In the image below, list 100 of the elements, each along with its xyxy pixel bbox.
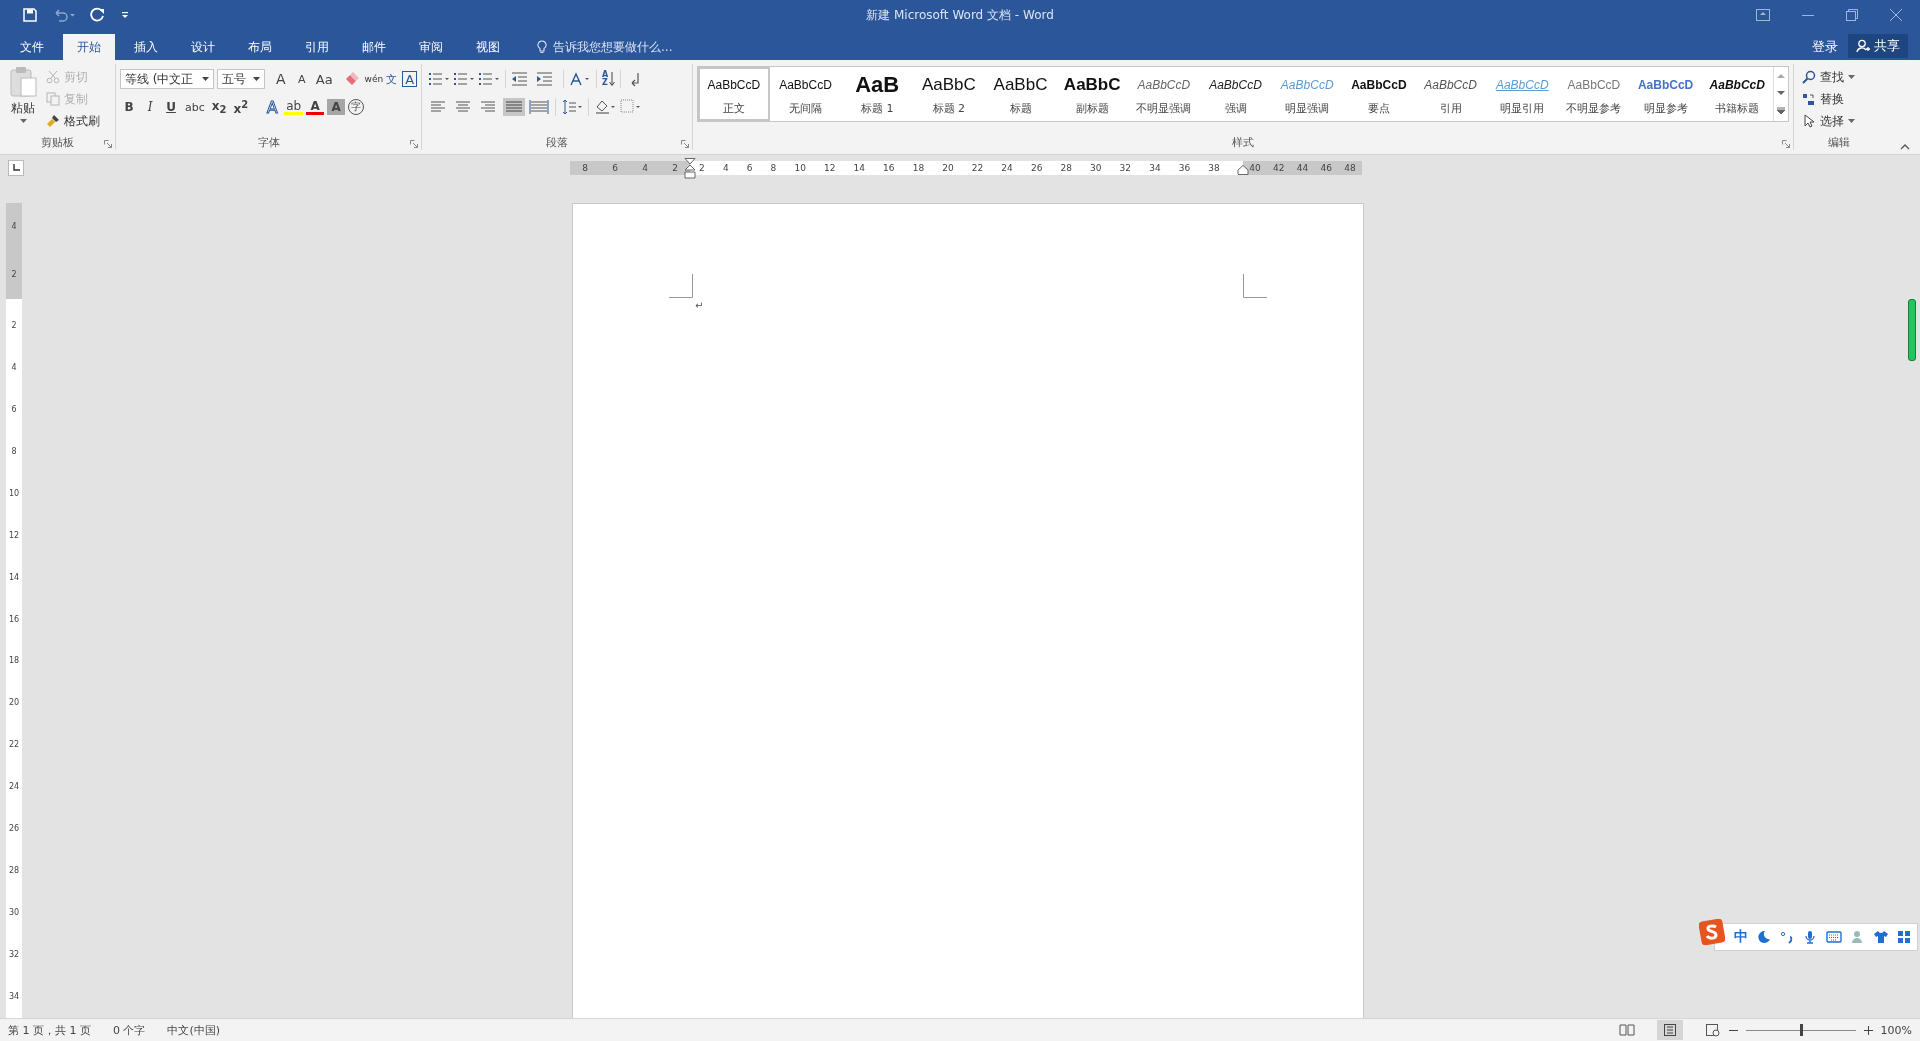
ribbon-tab[interactable]: 文件 xyxy=(6,34,58,60)
style-item[interactable]: AaB 标题 1 xyxy=(841,67,913,121)
scroll-down-icon[interactable] xyxy=(1777,90,1786,96)
multilevel-icon[interactable] xyxy=(478,71,500,87)
window-title: 新建 Microsoft Word 文档 - Word xyxy=(866,6,1054,24)
font-tool-button[interactable]: abc xyxy=(183,96,207,118)
font-tool-button[interactable]: A xyxy=(306,99,325,115)
style-item[interactable]: AaBbCcD 要点 xyxy=(1343,67,1415,121)
style-item[interactable]: AaBbCcD 引用 xyxy=(1414,67,1487,121)
eraser-icon[interactable] xyxy=(343,71,360,87)
collapse-ribbon-icon[interactable] xyxy=(1900,144,1910,150)
shirt-icon[interactable] xyxy=(1874,930,1888,944)
ruler-number: 14 xyxy=(853,163,865,173)
undo-icon[interactable] xyxy=(52,7,76,23)
style-item[interactable]: AaBbC 标题 2 xyxy=(913,67,985,121)
ribbon-tab[interactable]: 邮件 xyxy=(348,34,400,60)
dialog-launcher-icon[interactable] xyxy=(104,140,112,148)
close-icon[interactable] xyxy=(1890,9,1902,21)
bullets-icon[interactable] xyxy=(428,71,450,87)
style-item[interactable]: AaBbC 标题 xyxy=(984,67,1057,121)
font-tool-button[interactable]: A xyxy=(271,68,290,90)
ruler-number: 36 xyxy=(1178,163,1191,173)
more-icon[interactable] xyxy=(1777,107,1786,116)
redo-icon[interactable] xyxy=(90,7,106,23)
ribbon-tab[interactable]: 开始 xyxy=(63,34,115,60)
ribbon-tab[interactable]: 插入 xyxy=(120,34,172,60)
share-button[interactable]: 共享 xyxy=(1848,34,1908,58)
numbering-icon[interactable] xyxy=(453,71,475,87)
moon-icon[interactable] xyxy=(1757,930,1771,944)
right-indent-icon[interactable] xyxy=(1237,165,1249,175)
ribbon-tab[interactable]: 视图 xyxy=(462,34,514,60)
grid-icon[interactable] xyxy=(1897,930,1911,944)
customize-icon[interactable] xyxy=(120,10,130,20)
ime-mode-toggle[interactable]: 中 xyxy=(1734,928,1748,946)
clipboard-action[interactable]: 格式刷 xyxy=(46,112,100,130)
ruler-number: 10 xyxy=(8,489,20,498)
replace-button[interactable]: 替换 xyxy=(1802,90,1876,108)
ribbon-tab[interactable]: 设计 xyxy=(177,34,229,60)
keyboard-icon[interactable] xyxy=(1826,930,1842,944)
sort-button[interactable]: AZ xyxy=(602,71,615,87)
ribbon-tab[interactable]: 审阅 xyxy=(405,34,457,60)
style-item[interactable]: AaBbCcD 明显参考 xyxy=(1629,67,1702,121)
style-item[interactable]: AaBbCcD 不明显参考 xyxy=(1558,67,1630,121)
font-size-select[interactable]: 五号 xyxy=(216,69,265,89)
font-tool-button[interactable]: x$_{2}$ xyxy=(209,96,229,118)
indent-marker-icon[interactable] xyxy=(684,158,696,182)
direction-icon[interactable] xyxy=(569,71,591,87)
font-tool-button[interactable]: A xyxy=(292,68,311,90)
print-layout-button[interactable] xyxy=(1656,1020,1683,1040)
font-tool-button[interactable]: A xyxy=(327,99,346,115)
style-item[interactable]: AaBbCcD 正文 xyxy=(698,67,770,121)
tab-selector[interactable] xyxy=(8,160,24,176)
ribbon-tab[interactable]: 布局 xyxy=(234,34,286,60)
paste-button[interactable]: 粘贴 xyxy=(4,66,42,132)
font-tool-button[interactable]: wén xyxy=(362,68,386,90)
font-tool-button[interactable]: ab xyxy=(284,99,304,115)
ribbon-tab[interactable]: 引用 xyxy=(291,34,343,60)
sign-in-link[interactable]: 登录 xyxy=(1802,34,1848,60)
dialog-launcher-icon[interactable] xyxy=(410,140,418,148)
font-tool-button[interactable]: A xyxy=(402,71,417,87)
zoom-in-icon[interactable] xyxy=(1863,1025,1873,1035)
style-item[interactable]: AaBbCcD 无间隔 xyxy=(769,67,842,121)
style-item[interactable]: AaBbCcD 明显强调 xyxy=(1271,67,1344,121)
microphone-icon[interactable] xyxy=(1803,930,1817,944)
language-indicator[interactable]: 中文(中国) xyxy=(167,1022,221,1038)
web-layout-icon[interactable] xyxy=(1704,1023,1721,1037)
document-page[interactable]: ↵ xyxy=(572,203,1364,1018)
font-tool-button[interactable]: 文 xyxy=(384,68,400,90)
zoom-level[interactable]: 100% xyxy=(1880,1023,1912,1037)
line-spacing-icon[interactable] xyxy=(561,98,583,116)
ime-logo-icon[interactable] xyxy=(1699,919,1725,945)
dialog-launcher-icon[interactable] xyxy=(1782,140,1790,148)
find-button[interactable]: 查找 xyxy=(1802,68,1876,86)
restore-icon[interactable] xyxy=(1846,9,1858,21)
zoom-slider-thumb[interactable] xyxy=(1799,1024,1803,1036)
style-item[interactable]: AaBbC 副标题 xyxy=(1056,67,1129,121)
style-item[interactable]: AaBbCcD 书籍标题 xyxy=(1701,67,1774,121)
read-mode-icon[interactable] xyxy=(1618,1023,1635,1037)
page-count[interactable]: 第 1 页，共 1 页 xyxy=(8,1022,91,1038)
ribbon-display-icon[interactable] xyxy=(1756,9,1770,21)
punctuation-icon[interactable] xyxy=(1780,930,1794,944)
ruler-number: 30 xyxy=(8,909,20,918)
ruler-number: 6 xyxy=(11,405,17,414)
font-tool-button[interactable]: x$^{2}$ xyxy=(231,96,251,118)
style-item[interactable]: AaBbCcD 明显引用 xyxy=(1486,67,1559,121)
style-item[interactable]: AaBbCcD 强调 xyxy=(1199,67,1272,121)
font-tool-button[interactable]: B xyxy=(120,96,138,118)
style-item[interactable]: AaBbCcD 不明显强调 xyxy=(1128,67,1200,121)
word-count[interactable]: 0 个字 xyxy=(113,1022,146,1038)
tell-me-search[interactable]: 告诉我您想要做什么... xyxy=(519,34,673,60)
dialog-launcher-icon[interactable] xyxy=(681,140,689,148)
font-name-select[interactable]: 等线 (中文正 xyxy=(120,69,214,89)
ruler-number: 24 xyxy=(1001,163,1013,173)
font-tool-button[interactable]: U xyxy=(162,96,180,118)
font-tool-button[interactable]: I xyxy=(141,96,159,118)
paint-bucket-icon[interactable] xyxy=(594,98,616,116)
group-label: 样式 xyxy=(1232,134,1254,150)
font-tool-button[interactable]: Aa xyxy=(313,68,335,90)
select-button[interactable]: 选择 xyxy=(1802,112,1876,130)
save-icon[interactable] xyxy=(22,7,38,23)
